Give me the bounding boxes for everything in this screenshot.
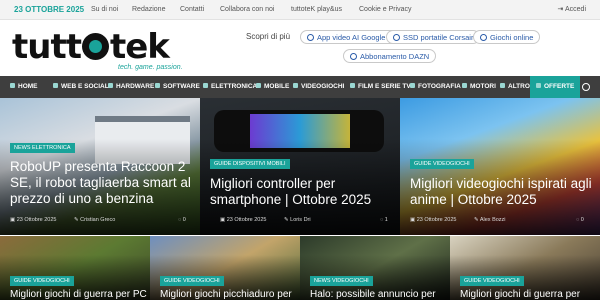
nav-label: ALTRO (508, 83, 530, 90)
nav-label: HARDWARE (116, 83, 155, 90)
article-title[interactable]: Migliori controller per smartphone | Ott… (210, 176, 395, 208)
nav-altro[interactable]: ALTRO (500, 76, 530, 98)
plus-icon (500, 83, 505, 88)
article-title[interactable]: Migliori giochi di guerra per PC | (10, 289, 150, 300)
logo-o-icon (81, 33, 109, 60)
nav-label: ELETTRONICA (211, 83, 258, 90)
nav-mobile[interactable]: MOBILE (256, 76, 289, 98)
article-title[interactable]: Migliori giochi picchiaduro per (160, 289, 300, 300)
film-icon (350, 83, 355, 88)
nav-label: HOME (18, 83, 38, 90)
chip-label: Giochi online (490, 33, 534, 42)
gamepad-icon (293, 83, 298, 88)
featured-article-1[interactable]: News Elettronica RoboUP presenta Raccoon… (0, 98, 200, 235)
chip-icon (307, 34, 314, 41)
article-author[interactable]: ✎ Alex Bozzi (474, 217, 506, 223)
nav-motori[interactable]: MOTORI (462, 76, 496, 98)
category-badge[interactable]: Guide videogiochi (160, 276, 224, 286)
article-comments[interactable]: ◌ 1 (380, 217, 388, 223)
site-header: tutt tek tech. game. passion. Scopri di p… (0, 20, 600, 76)
chip-icon (108, 83, 113, 88)
secondary-article-1[interactable]: Guide videogiochi Migliori giochi di gue… (0, 236, 150, 300)
article-title[interactable]: Halo: possibile annuncio per PS5 (310, 289, 450, 300)
chip-ssd-corsair[interactable]: SSD portatile Corsair (386, 30, 481, 44)
secondary-article-4[interactable]: Guide videogiochi Migliori giochi di gue… (450, 236, 600, 300)
nav-label: SOFTWARE (163, 83, 200, 90)
article-date: ▣ 23 Ottobre 2025 (410, 217, 457, 223)
discover-label: Scopri di più (246, 32, 291, 41)
login-link[interactable]: ⇥ Accedi (558, 5, 586, 13)
tag-icon (536, 83, 541, 88)
top-link-about[interactable]: Su di noi (91, 6, 118, 13)
globe-icon (53, 83, 58, 88)
article-author[interactable]: ✎ Cristian Greco (74, 217, 115, 223)
category-badge[interactable]: Guide dispositivi mobili (210, 159, 290, 169)
category-badge[interactable]: Guide videogiochi (410, 159, 474, 169)
nav-fotografia[interactable]: FOTOGRAFIA (410, 76, 461, 98)
site-logo[interactable]: tutt tek (12, 27, 170, 67)
login-label: Accedi (564, 6, 586, 13)
home-icon (10, 83, 15, 88)
nav-label: MOTORI (470, 83, 496, 90)
nav-label: MOBILE (264, 83, 290, 90)
secondary-article-2[interactable]: Guide videogiochi Migliori giochi picchi… (150, 236, 300, 300)
category-badge[interactable]: Guide videogiochi (10, 276, 74, 286)
top-bar: 23 OTTOBRE 2025 Su di noi Redazione Cont… (0, 0, 600, 20)
chip-icon (480, 34, 487, 41)
article-comments[interactable]: ◌ 0 (576, 217, 584, 223)
login-icon: ⇥ (557, 6, 565, 13)
code-icon (155, 83, 160, 88)
nav-label: VIDEOGIOCHI (301, 83, 345, 90)
camera-icon (410, 83, 415, 88)
chip-label: SSD portatile Corsair (403, 33, 474, 42)
article-comments[interactable]: ◌ 0 (178, 217, 186, 223)
nav-label: FILM E SERIE TV (358, 83, 411, 90)
logo-text-a: tutt (12, 27, 82, 67)
nav-elettronica[interactable]: ELETTRONICA (203, 76, 257, 98)
nav-label: WEB E SOCIAL (61, 83, 109, 90)
current-date: 23 OTTOBRE 2025 (14, 5, 85, 14)
logo-text-b: tek (109, 27, 170, 67)
nav-offerte[interactable]: OFFERTE (530, 76, 581, 98)
article-author[interactable]: ✎ Loris Dri (284, 217, 311, 223)
search-icon[interactable] (582, 83, 590, 91)
featured-article-3[interactable]: Guide videogiochi Migliori videogiochi i… (400, 98, 600, 235)
nav-hardware[interactable]: HARDWARE (108, 76, 154, 98)
category-badge[interactable]: News videogiochi (310, 276, 373, 286)
chip-icon (393, 34, 400, 41)
top-link-editorial[interactable]: Redazione (132, 6, 165, 13)
logo-tagline: tech. game. passion. (118, 64, 183, 71)
article-title[interactable]: Migliori giochi di guerra per PS5 | (460, 289, 600, 300)
category-badge[interactable]: Guide videogiochi (460, 276, 524, 286)
category-badge[interactable]: News Elettronica (10, 143, 75, 153)
chip-giochi-online[interactable]: Giochi online (473, 30, 541, 44)
nav-web-social[interactable]: WEB E SOCIAL (53, 76, 109, 98)
article-date: ▣ 23 Ottobre 2025 (10, 217, 57, 223)
top-link-collaborate[interactable]: Collabora con noi (220, 6, 274, 13)
article-title[interactable]: RoboUP presenta Raccoon 2 SE, il robot t… (10, 159, 195, 207)
nav-home[interactable]: HOME (10, 76, 38, 98)
nav-film-serie[interactable]: FILM E SERIE TV (350, 76, 411, 98)
chip-icon (350, 53, 357, 60)
nav-label: FOTOGRAFIA (418, 83, 461, 90)
chip-dazn[interactable]: Abbonamento DAZN (343, 49, 437, 63)
chip-label: Abbonamento DAZN (360, 52, 430, 61)
top-link-cookie[interactable]: Cookie e Privacy (359, 6, 412, 13)
car-icon (462, 83, 467, 88)
nav-videogiochi[interactable]: VIDEOGIOCHI (293, 76, 344, 98)
phone-icon (256, 83, 261, 88)
top-link-contacts[interactable]: Contatti (180, 6, 204, 13)
top-link-playus[interactable]: tuttoteK play&us (291, 6, 342, 13)
nav-label: OFFERTE (544, 83, 575, 90)
nav-software[interactable]: SOFTWARE (155, 76, 200, 98)
secondary-article-3[interactable]: News videogiochi Halo: possibile annunci… (300, 236, 450, 300)
main-nav: HOME WEB E SOCIAL HARDWARE SOFTWARE ELET… (0, 76, 600, 98)
article-date: ▣ 23 Ottobre 2025 (220, 217, 267, 223)
plug-icon (203, 83, 208, 88)
featured-article-2[interactable]: Guide dispositivi mobili Migliori contro… (200, 98, 400, 235)
article-title[interactable]: Migliori videogiochi ispirati agli anime… (410, 176, 595, 208)
